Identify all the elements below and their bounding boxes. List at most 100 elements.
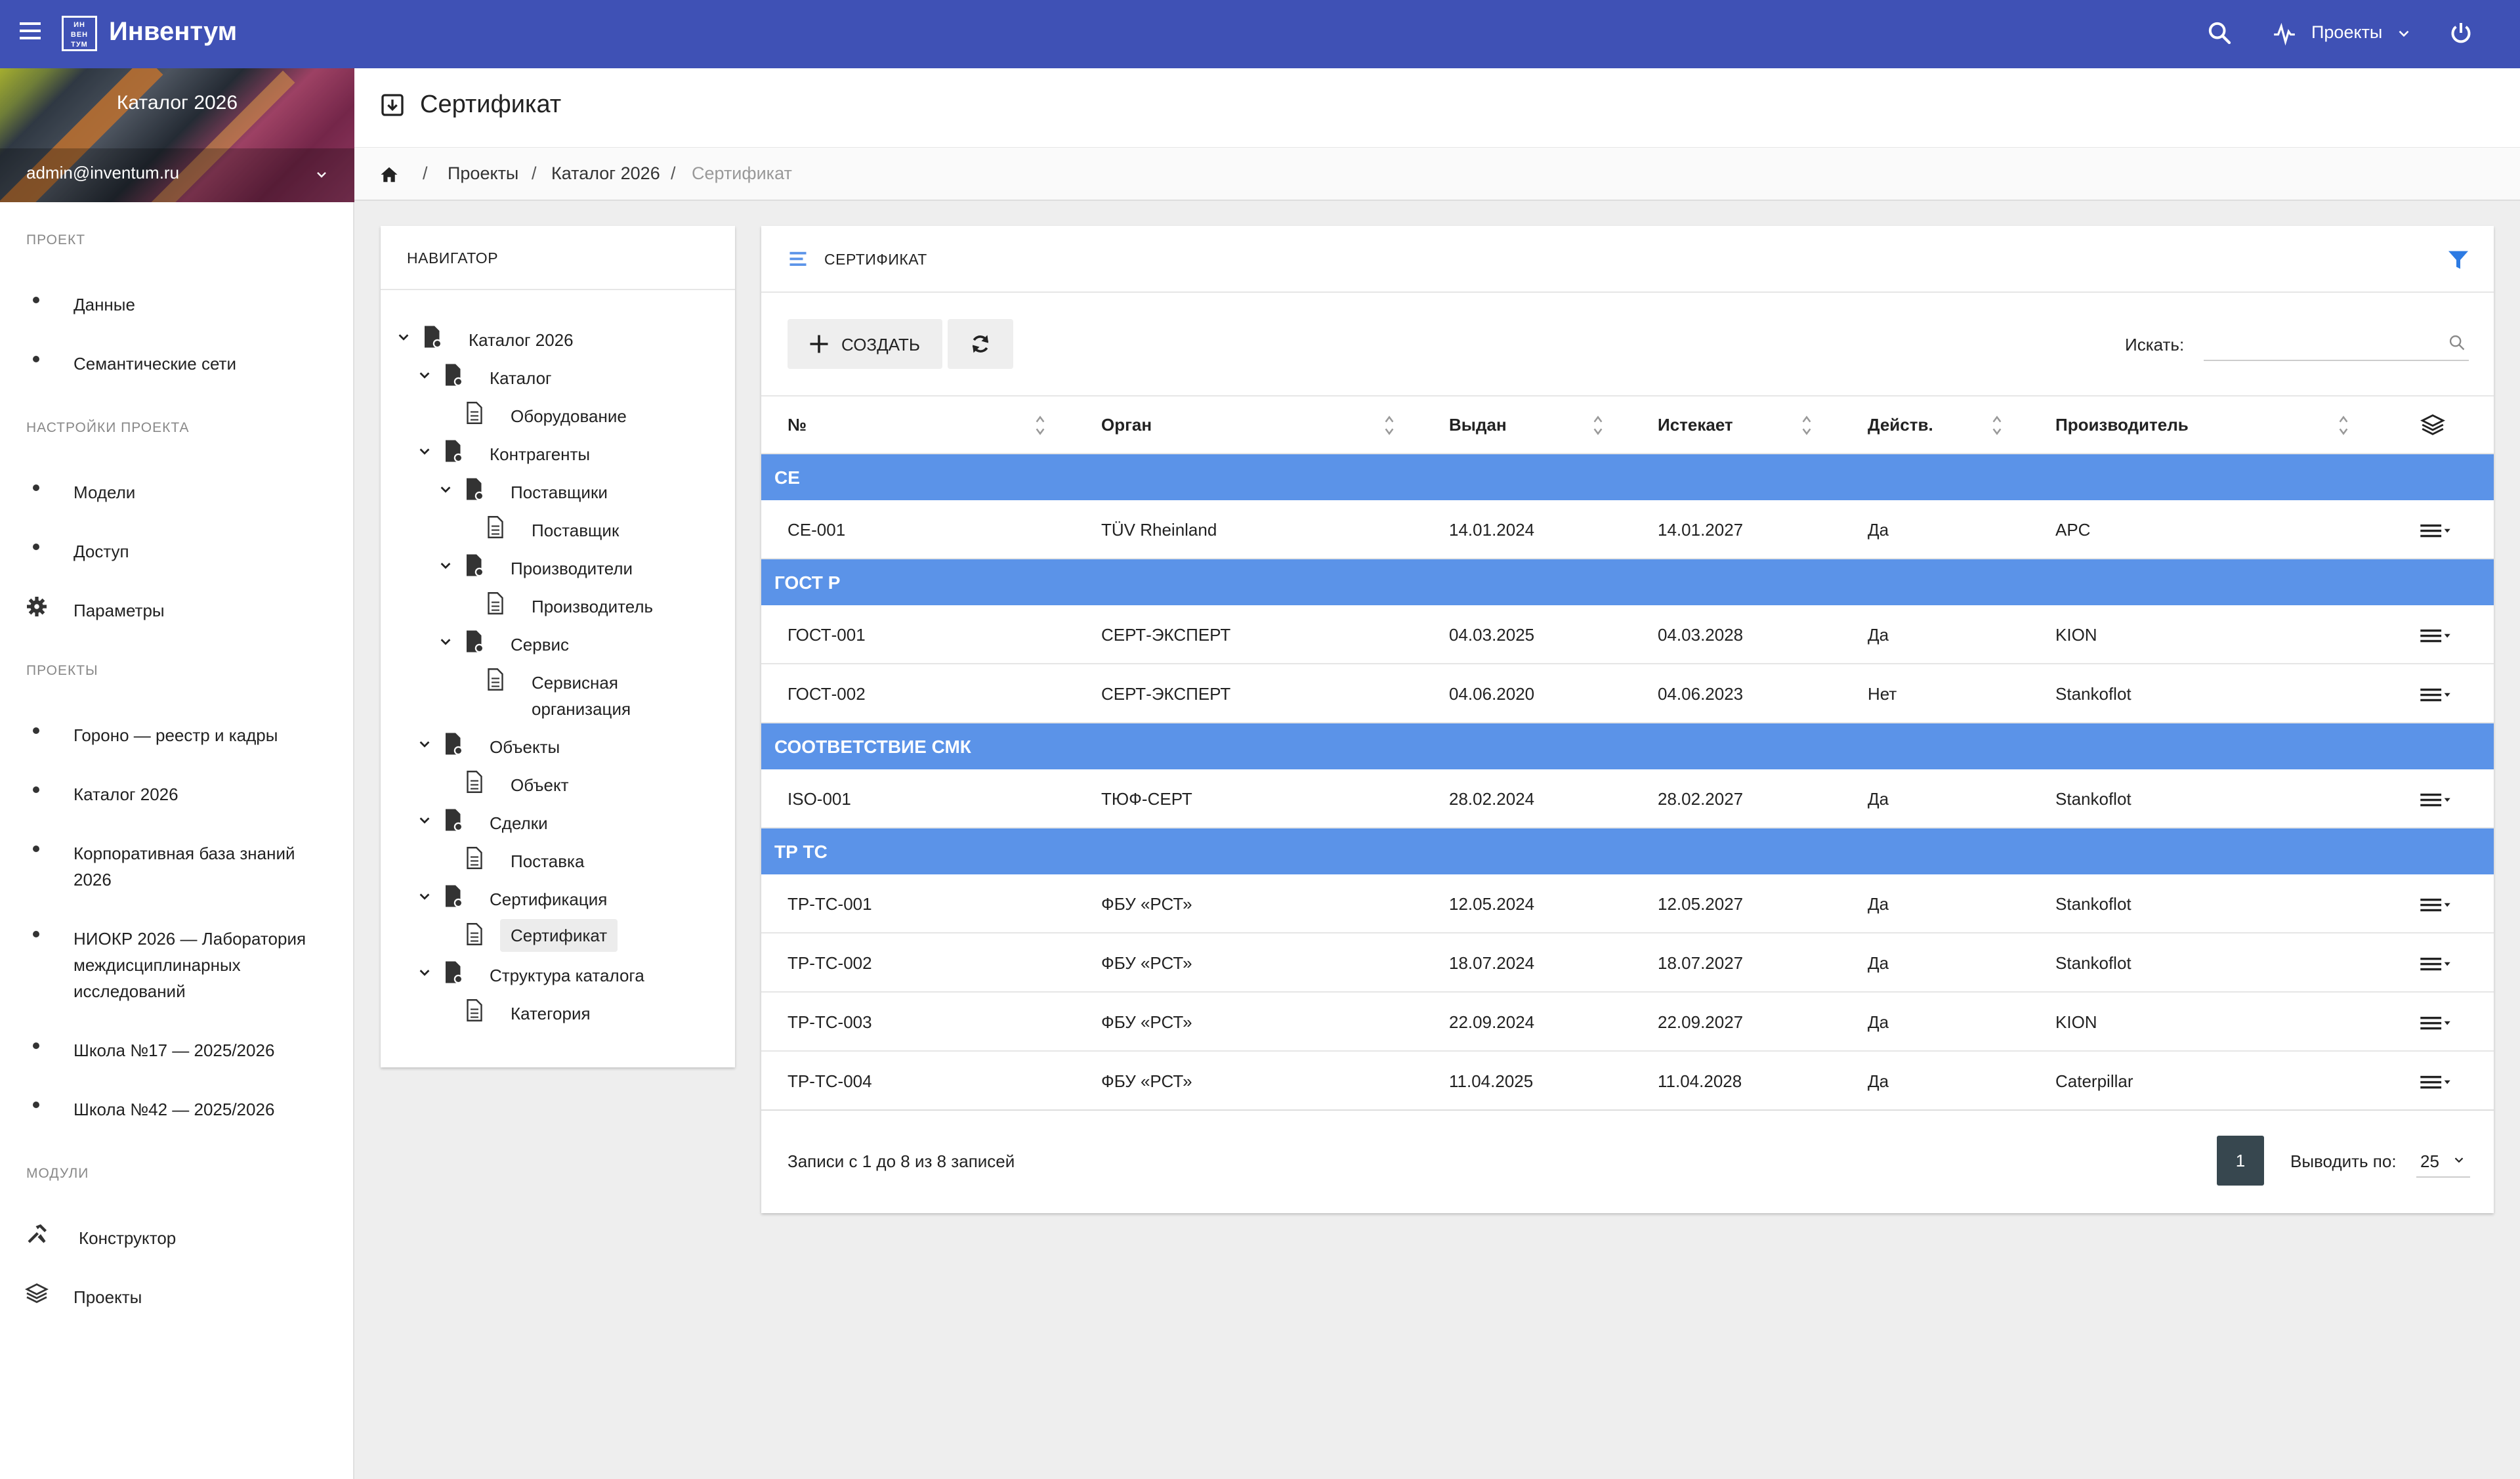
document-icon bbox=[488, 668, 503, 691]
row-menu-icon[interactable] bbox=[2419, 626, 2452, 645]
refresh-button[interactable] bbox=[948, 319, 1013, 369]
user-email[interactable]: admin@inventum.ru bbox=[26, 163, 179, 183]
tree-node[interactable]: Сервисная организация bbox=[381, 660, 735, 719]
row-menu-icon[interactable] bbox=[2419, 790, 2452, 809]
menu-icon[interactable] bbox=[20, 22, 42, 45]
chevron-down-icon[interactable] bbox=[417, 813, 432, 827]
home-icon[interactable] bbox=[379, 165, 399, 184]
activity-icon[interactable] bbox=[2272, 21, 2297, 46]
sort-icon[interactable] bbox=[1801, 412, 1813, 439]
gear-icon bbox=[27, 597, 47, 616]
table-row[interactable]: CE-001 TÜV Rheinland 14.01.2024 14.01.2027 Д… bbox=[761, 500, 2494, 559]
table-row[interactable]: ТР-ТС-001 ФБУ «РСТ» 12.05.2024 12.05.2027 Да… bbox=[761, 874, 2494, 933]
tree-node[interactable]: Категория bbox=[381, 991, 735, 1029]
chevron-down-icon[interactable] bbox=[396, 330, 411, 344]
column-header-number[interactable]: № bbox=[788, 415, 807, 435]
table-row[interactable]: ГОСТ-002 СЕРТ-ЭКСПЕРТ 04.06.2020 04.06.2023… bbox=[761, 664, 2494, 723]
sidebar-item-semantic-networks[interactable]: Семантические сети bbox=[0, 330, 354, 389]
power-icon[interactable] bbox=[2448, 20, 2474, 46]
table-cell: 14.01.2027 bbox=[1658, 520, 1744, 540]
records-info: Записи с 1 до 8 из 8 записей bbox=[788, 1151, 1015, 1171]
sidebar-item-projects-module[interactable]: Проекты bbox=[0, 1263, 354, 1322]
table-cell: 12.05.2024 bbox=[1449, 894, 1535, 914]
chevron-down-icon[interactable] bbox=[417, 965, 432, 979]
tree-node[interactable]: Поставщики bbox=[381, 470, 735, 508]
search-input[interactable] bbox=[2204, 322, 2469, 361]
chevron-down-icon[interactable] bbox=[417, 368, 432, 382]
tree-node[interactable]: Каталог 2026 bbox=[381, 318, 735, 356]
tree-node[interactable]: Контрагенты bbox=[381, 432, 735, 470]
sidebar-item-models[interactable]: Модели bbox=[0, 458, 354, 517]
row-menu-icon[interactable] bbox=[2419, 685, 2452, 704]
chevron-down-icon[interactable] bbox=[314, 167, 329, 182]
column-header-valid[interactable]: Действ. bbox=[1868, 415, 1933, 435]
table-cell: ФБУ «РСТ» bbox=[1101, 894, 1192, 914]
row-menu-icon[interactable] bbox=[2419, 521, 2452, 540]
sidebar-item-project[interactable]: Школа №17 — 2025/2026 bbox=[0, 1016, 354, 1075]
sort-icon[interactable] bbox=[1034, 412, 1046, 439]
chevron-down-icon[interactable] bbox=[417, 444, 432, 458]
chevron-down-icon[interactable] bbox=[2395, 25, 2412, 42]
sidebar-item-project[interactable]: Каталог 2026 bbox=[0, 760, 354, 819]
tree-node[interactable]: Объекты bbox=[381, 725, 735, 763]
sort-icon[interactable] bbox=[1991, 412, 2003, 439]
sidebar-item-project[interactable]: НИОКР 2026 — Лаборатория междисциплинарн… bbox=[0, 905, 354, 1016]
column-header-issued[interactable]: Выдан bbox=[1449, 415, 1507, 435]
chevron-down-icon[interactable] bbox=[417, 737, 432, 751]
search-icon[interactable] bbox=[2206, 20, 2233, 46]
chevron-down-icon[interactable] bbox=[417, 889, 432, 903]
tree-node-label: Сервисная организация bbox=[532, 673, 631, 719]
folder-doc-icon bbox=[467, 630, 484, 653]
sidebar-item-access[interactable]: Доступ bbox=[0, 517, 354, 576]
sort-icon[interactable] bbox=[1592, 412, 1604, 439]
table-row[interactable]: ТР-ТС-004 ФБУ «РСТ» 11.04.2025 11.04.2028 Да… bbox=[761, 1052, 2494, 1111]
sidebar-item-parameters[interactable]: Параметры bbox=[0, 576, 354, 635]
projects-menu-label[interactable]: Проекты bbox=[2311, 22, 2382, 43]
table-row[interactable]: ГОСТ-001 СЕРТ-ЭКСПЕРТ 04.03.2025 04.03.2028… bbox=[761, 605, 2494, 664]
tree-node[interactable]: Каталог bbox=[381, 356, 735, 394]
filter-icon[interactable] bbox=[2446, 248, 2470, 272]
sidebar-item-data[interactable]: Данные bbox=[0, 270, 354, 330]
column-header-authority[interactable]: Орган bbox=[1101, 415, 1152, 435]
sidebar-item-project[interactable]: Корпоративная база знаний 2026 bbox=[0, 819, 354, 905]
table-row[interactable]: ТР-ТС-002 ФБУ «РСТ» 18.07.2024 18.07.2027 Да… bbox=[761, 933, 2494, 993]
sidebar-item-project[interactable]: Школа №42 — 2025/2026 bbox=[0, 1075, 354, 1134]
tree-node[interactable]: Поставщик bbox=[381, 508, 735, 546]
per-page-select[interactable]: 25 bbox=[2416, 1145, 2470, 1178]
tree-node[interactable]: Производитель bbox=[381, 584, 735, 622]
app-brand[interactable]: Инвентум bbox=[109, 17, 237, 47]
row-menu-icon[interactable] bbox=[2419, 1073, 2452, 1091]
chevron-down-icon[interactable] bbox=[438, 482, 453, 496]
sidebar-item-constructor[interactable]: Конструктор bbox=[0, 1204, 354, 1263]
chevron-down-icon[interactable] bbox=[438, 558, 453, 572]
sort-icon[interactable] bbox=[1383, 412, 1395, 439]
tree-node[interactable]: Производители bbox=[381, 546, 735, 584]
tree-node[interactable]: Сделки bbox=[381, 801, 735, 839]
sort-icon[interactable] bbox=[2338, 412, 2349, 439]
tree-node[interactable]: Сертификация bbox=[381, 877, 735, 915]
create-button[interactable]: СОЗДАТЬ bbox=[788, 319, 942, 369]
folder-doc-icon bbox=[446, 440, 463, 463]
tree-node[interactable]: Оборудование bbox=[381, 394, 735, 432]
breadcrumb-projects[interactable]: Проекты bbox=[448, 163, 518, 184]
document-icon bbox=[467, 402, 482, 424]
column-header-manufacturer[interactable]: Производитель bbox=[2055, 415, 2189, 435]
row-menu-icon[interactable] bbox=[2419, 954, 2452, 973]
tree-node[interactable]: Структура каталога bbox=[381, 953, 735, 991]
chevron-down-icon[interactable] bbox=[438, 634, 453, 649]
row-menu-icon[interactable] bbox=[2419, 1014, 2452, 1032]
table-row[interactable]: ТР-ТС-003 ФБУ «РСТ» 22.09.2024 22.09.2027 Да… bbox=[761, 993, 2494, 1052]
sidebar-item-project[interactable]: Гороно — реестр и кадры bbox=[0, 701, 354, 760]
row-menu-icon[interactable] bbox=[2419, 895, 2452, 914]
table-row[interactable]: ISO-001 ТЮФ-СЕРТ 28.02.2024 28.02.2027 Да Sta… bbox=[761, 769, 2494, 828]
tree-node[interactable]: Сервис bbox=[381, 622, 735, 660]
table-cell: Да bbox=[1868, 894, 1889, 914]
column-header-expires[interactable]: Истекает bbox=[1658, 415, 1733, 435]
chevron-down-icon bbox=[2454, 1157, 2464, 1163]
page-button[interactable]: 1 bbox=[2217, 1136, 2264, 1186]
tree-node[interactable]: Поставка bbox=[381, 839, 735, 877]
tree-node[interactable]: Сертификат bbox=[381, 915, 735, 953]
breadcrumb-catalog[interactable]: Каталог 2026 bbox=[551, 163, 660, 184]
layers-icon[interactable] bbox=[2420, 412, 2445, 437]
tree-node[interactable]: Объект bbox=[381, 763, 735, 801]
